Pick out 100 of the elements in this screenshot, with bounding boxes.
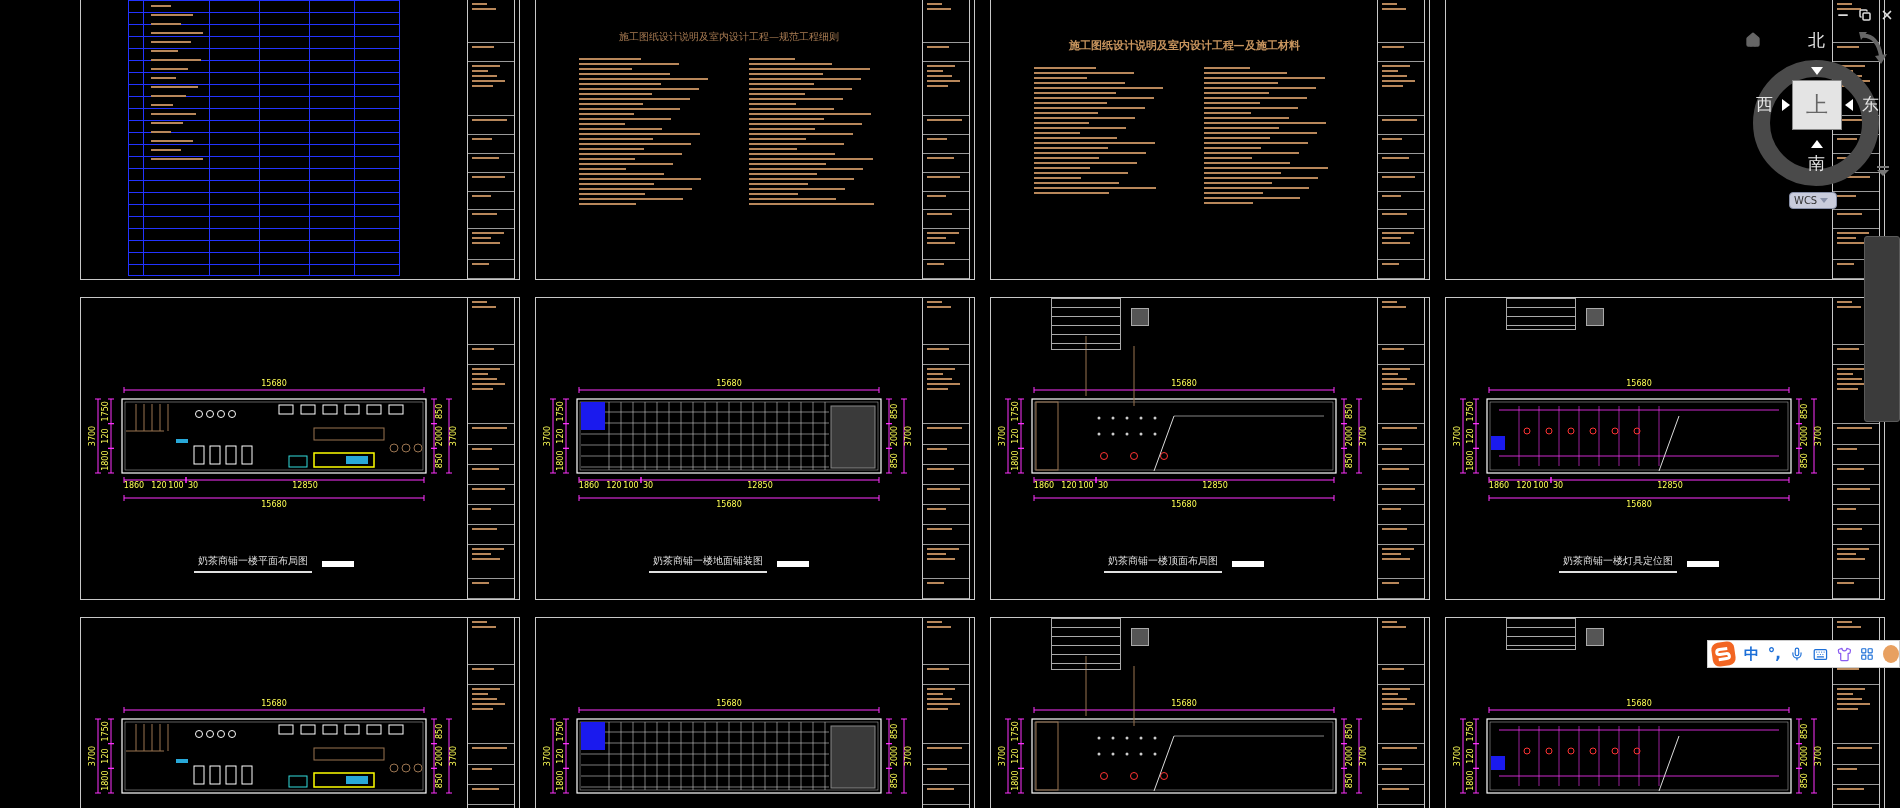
dimension-label: 15680 [1171,699,1197,708]
drawing-caption: 奶茶商铺一楼平面布局图 [194,554,312,573]
dimension-label: 1800 [1011,450,1020,471]
dimension-label: 850 [435,723,444,739]
input-method-logo-icon[interactable] [1710,640,1737,668]
dimension-label: 30 [187,481,199,490]
dimension-label: 1800 [556,450,565,471]
language-mode-toggle[interactable]: 中 [1743,644,1759,664]
view-cube-face[interactable]: 上 [1792,80,1842,130]
dimension-label: 15680 [1626,699,1652,708]
scale-bar [1687,560,1719,567]
dimension-label: 12850 [292,481,318,490]
dimension-label: 15680 [261,379,287,388]
dimension-label: 2000 [1345,745,1354,767]
home-icon[interactable] [1745,32,1761,48]
sheet-title: 施工图纸设计说明及室内设计工程—规范工程细则 [619,30,839,44]
legend-table [1051,298,1121,350]
punctuation-toggle[interactable]: °, [1767,645,1781,663]
arrow-right-icon[interactable] [1782,99,1790,111]
scale-bar [777,560,809,567]
dimension-label: 2000 [1345,425,1354,447]
dimension-label: 3700 [904,425,913,447]
dimension-label: 3700 [1814,425,1823,447]
dimension-label: 3700 [88,745,97,767]
dimension-label: 120 [606,481,622,490]
dimension-label: 3700 [998,745,1007,767]
dimension-label: 1750 [101,721,110,742]
compass-direction[interactable]: 南 [1808,155,1825,172]
dimension-label: 30 [1552,481,1564,490]
dimension-label: 3700 [543,425,552,447]
dimension-label: 3700 [88,425,97,447]
compass-direction[interactable]: 西 [1756,96,1773,113]
dimension-label: 1750 [1011,401,1020,422]
dropdown-arrow-icon[interactable] [1877,166,1889,176]
dimension-label: 12850 [1202,481,1228,490]
scale-bar [322,560,354,567]
drawing-caption: 奶茶商铺一楼顶面布局图 [1104,554,1222,573]
dimension-label: 850 [1345,403,1354,419]
dimension-label: 3700 [1453,745,1462,767]
arrow-left-icon[interactable] [1845,99,1853,111]
microphone-icon[interactable] [1789,646,1804,662]
dimension-label: 1800 [1466,770,1475,791]
dimension-label: 850 [1800,453,1809,469]
dimension-label: 3700 [1453,425,1462,447]
dimension-label: 850 [890,723,899,739]
rotate-arrow-icon[interactable] [1857,30,1887,66]
dimension-label: 120 [1466,428,1475,444]
dimension-label: 850 [890,403,899,419]
compass-direction[interactable]: 东 [1862,96,1879,113]
dimension-label: 15680 [1626,379,1652,388]
dimension-label: 3700 [998,425,1007,447]
dimension-label: 2000 [435,425,444,447]
dimension-label: 2000 [435,745,444,767]
drawing-caption: 奶茶商铺一楼地面铺装图 [649,554,767,573]
dimension-label: 3700 [904,745,913,767]
arrow-down-icon[interactable] [1811,67,1823,75]
compass-direction[interactable]: 北 [1808,32,1825,49]
dimension-label: 120 [1061,481,1077,490]
restore-button[interactable] [1856,6,1874,24]
dimension-label: 2000 [890,745,899,767]
dimension-label: 30 [642,481,654,490]
dimension-label: 100 [623,481,639,490]
dimension-label: 30 [1097,481,1109,490]
legend-symbol-icon [1131,628,1149,646]
dimension-label: 120 [1516,481,1532,490]
dimension-label: 850 [435,403,444,419]
dimension-label: 2000 [890,425,899,447]
dimension-label: 850 [1800,773,1809,789]
dimension-label: 1800 [1466,450,1475,471]
coordinate-system-button[interactable]: WCS [1789,192,1837,209]
arrow-up-icon[interactable] [1811,140,1823,148]
legend-table [1506,618,1576,650]
grid-icon[interactable] [1860,646,1875,662]
dimension-label: 100 [168,481,184,490]
dimension-label: 1800 [556,770,565,791]
dimension-label: 1800 [101,450,110,471]
dimension-label: 2000 [1800,745,1809,767]
dimension-label: 15680 [716,500,742,509]
dimension-label: 850 [435,453,444,469]
dimension-label: 1800 [1011,770,1020,791]
legend-table [1506,298,1576,330]
drawing-caption: 奶茶商铺一楼灯具定位图 [1559,554,1677,573]
dimension-label: 1750 [1466,721,1475,742]
dimension-label: 15680 [1626,500,1652,509]
dimension-label: 15680 [261,500,287,509]
dimension-label: 1860 [1033,481,1055,490]
legend-symbol-icon [1586,628,1604,646]
close-icon [1880,8,1894,22]
dimension-label: 15680 [1171,500,1197,509]
sheet-title: 施工图纸设计说明及室内设计工程—及施工材料 [1068,38,1300,53]
dimension-label: 1750 [101,401,110,422]
dimension-label: 1750 [1011,721,1020,742]
dimension-label: 100 [1533,481,1549,490]
dimension-label: 120 [556,428,565,444]
dimension-label: 3700 [1359,425,1368,447]
dimension-label: 120 [1466,748,1475,764]
dimension-label: 15680 [716,379,742,388]
dimension-label: 120 [1011,748,1020,764]
dimension-label: 120 [1011,428,1020,444]
shirt-icon[interactable] [1836,645,1852,663]
